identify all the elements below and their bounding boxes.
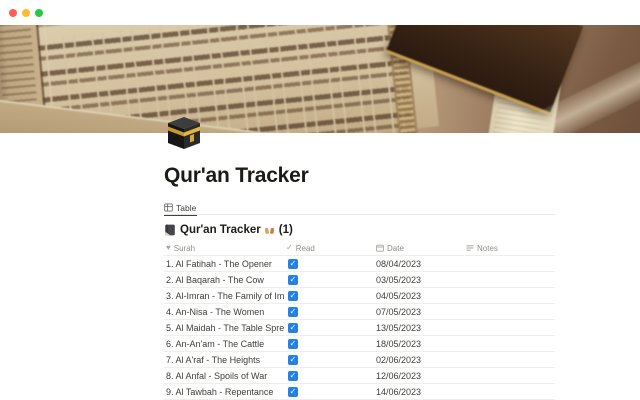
- surah-cell[interactable]: 7. Al A'raf - The Heights: [164, 355, 284, 365]
- read-checkbox[interactable]: ✓: [288, 355, 298, 365]
- date-cell[interactable]: 18/05/2023: [374, 339, 464, 349]
- database-count-badge: (1): [279, 224, 293, 236]
- read-cell[interactable]: ✓: [284, 322, 374, 333]
- notebook-emoji-icon: [164, 224, 176, 236]
- close-window-button[interactable]: [9, 9, 17, 17]
- database-title[interactable]: Qur'an Tracker: [180, 224, 261, 236]
- table-header-row: ♥ Surah ✓ Read Date: [164, 241, 555, 256]
- read-checkbox[interactable]: ✓: [288, 323, 298, 333]
- date-cell[interactable]: 04/05/2023: [374, 291, 464, 301]
- checkmark-icon: ✓: [286, 244, 293, 252]
- minimize-window-button[interactable]: [22, 9, 30, 17]
- read-cell[interactable]: ✓: [284, 338, 374, 349]
- table-row[interactable]: 2. Al Baqarah - The Cow ✓ 03/05/2023: [164, 272, 555, 288]
- column-header-surah[interactable]: ♥ Surah: [164, 244, 284, 253]
- table-row[interactable]: 9. Al Tawbah - Repentance ✓ 14/06/2023: [164, 384, 555, 400]
- column-header-date[interactable]: Date: [374, 244, 464, 253]
- table-body: 1. Al Fatihah - The Opener ✓ 08/04/2023 …: [164, 256, 555, 400]
- table-row[interactable]: 4. An-Nisa - The Women ✓ 07/05/2023: [164, 304, 555, 320]
- window-titlebar: [0, 0, 640, 25]
- quran-tracker-table: ♥ Surah ✓ Read Date: [164, 241, 555, 400]
- table-row[interactable]: 6. An-An'am - The Cattle ✓ 18/05/2023: [164, 336, 555, 352]
- page-title[interactable]: Qur'an Tracker: [164, 164, 555, 188]
- column-header-notes[interactable]: Notes: [464, 244, 555, 253]
- read-cell[interactable]: ✓: [284, 290, 374, 301]
- quran-photo-illustration: [0, 25, 640, 133]
- read-cell[interactable]: ✓: [284, 274, 374, 285]
- surah-cell[interactable]: 8. Al Anfal - Spoils of War: [164, 371, 284, 381]
- database-header: Qur'an Tracker (1): [164, 224, 555, 236]
- read-cell[interactable]: ✓: [284, 258, 374, 269]
- read-checkbox[interactable]: ✓: [288, 339, 298, 349]
- surah-cell[interactable]: 5. Al Maidah - The Table Spread: [164, 323, 284, 333]
- date-cell[interactable]: 13/05/2023: [374, 323, 464, 333]
- tab-table-label: Table: [176, 203, 196, 213]
- date-cell[interactable]: 12/06/2023: [374, 371, 464, 381]
- read-checkbox[interactable]: ✓: [288, 371, 298, 381]
- page-cover-image[interactable]: [0, 25, 640, 133]
- surah-cell[interactable]: 4. An-Nisa - The Women: [164, 307, 284, 317]
- text-lines-icon: [466, 244, 474, 252]
- date-cell[interactable]: 08/04/2023: [374, 259, 464, 269]
- read-cell[interactable]: ✓: [284, 370, 374, 381]
- heart-icon: ♥: [166, 244, 171, 252]
- read-checkbox[interactable]: ✓: [288, 387, 298, 397]
- table-row[interactable]: 8. Al Anfal - Spoils of War ✓ 12/06/2023: [164, 368, 555, 384]
- table-row[interactable]: 1. Al Fatihah - The Opener ✓ 08/04/2023: [164, 256, 555, 272]
- table-row[interactable]: 3. Al-Imran - The Family of Imran ✓ 04/0…: [164, 288, 555, 304]
- table-row[interactable]: 7. Al A'raf - The Heights ✓ 02/06/2023: [164, 352, 555, 368]
- column-header-read[interactable]: ✓ Read: [284, 244, 374, 253]
- surah-cell[interactable]: 1. Al Fatihah - The Opener: [164, 259, 284, 269]
- read-cell[interactable]: ✓: [284, 306, 374, 317]
- date-cell[interactable]: 02/06/2023: [374, 355, 464, 365]
- read-cell[interactable]: ✓: [284, 386, 374, 397]
- notion-window: Qur'an Tracker Table Qur'an Tracker: [0, 0, 640, 400]
- surah-cell[interactable]: 2. Al Baqarah - The Cow: [164, 275, 284, 285]
- zoom-window-button[interactable]: [35, 9, 43, 17]
- date-cell[interactable]: 14/06/2023: [374, 387, 464, 397]
- read-checkbox[interactable]: ✓: [288, 307, 298, 317]
- view-tab-bar: Table: [164, 199, 555, 215]
- surah-cell[interactable]: 9. Al Tawbah - Repentance: [164, 387, 284, 397]
- palms-up-hands-emoji: [264, 225, 275, 236]
- date-cell[interactable]: 03/05/2023: [374, 275, 464, 285]
- read-cell[interactable]: ✓: [284, 354, 374, 365]
- tab-table[interactable]: Table: [164, 200, 197, 216]
- table-row[interactable]: 5. Al Maidah - The Table Spread ✓ 13/05/…: [164, 320, 555, 336]
- kaaba-emoji-page-icon[interactable]: [164, 112, 204, 152]
- date-cell[interactable]: 07/05/2023: [374, 307, 464, 317]
- table-icon: [164, 203, 173, 212]
- calendar-icon: [376, 244, 384, 252]
- surah-cell[interactable]: 3. Al-Imran - The Family of Imran: [164, 291, 284, 301]
- read-checkbox[interactable]: ✓: [288, 291, 298, 301]
- surah-cell[interactable]: 6. An-An'am - The Cattle: [164, 339, 284, 349]
- read-checkbox[interactable]: ✓: [288, 275, 298, 285]
- read-checkbox[interactable]: ✓: [288, 259, 298, 269]
